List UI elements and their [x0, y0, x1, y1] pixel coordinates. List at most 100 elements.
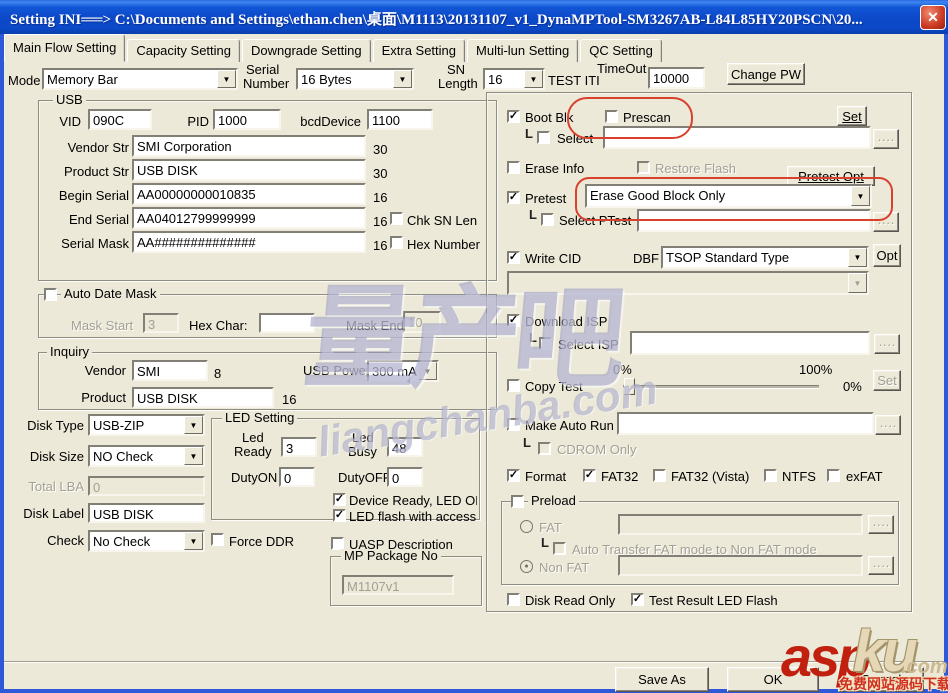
duty-off-field[interactable]: 0 [387, 467, 423, 487]
auto-date-mask-checkbox[interactable] [44, 288, 57, 301]
mode-combo[interactable]: Memory Bar ▼ [42, 68, 238, 90]
fat-radio [520, 520, 533, 533]
cancel-button[interactable]: Cancel [838, 667, 924, 692]
select-checkbox[interactable] [537, 131, 550, 144]
tab-qc-setting[interactable]: QC Setting [580, 39, 662, 62]
mask-end-field: 10 [403, 311, 441, 333]
timeout-field[interactable]: 10000 [648, 67, 705, 89]
disk-size-combo[interactable]: NO Check ▼ [88, 445, 205, 467]
chevron-down-icon[interactable]: ▼ [418, 362, 437, 380]
serial-number-combo[interactable]: 16 Bytes ▼ [296, 68, 414, 90]
close-icon: ✕ [927, 9, 939, 26]
select-isp-checkbox[interactable] [539, 337, 552, 350]
mask-end-label: Mask End [346, 319, 404, 333]
serial-number-label: Serial [246, 63, 279, 77]
chevron-down-icon[interactable]: ▼ [848, 248, 867, 267]
timeout-label: TimeOut [597, 62, 646, 76]
change-pw-button[interactable]: Change PW [727, 63, 805, 85]
exfat-checkbox[interactable] [827, 469, 840, 482]
led-setting-title: LED Setting [222, 411, 297, 425]
cid-combo: ▼ [507, 271, 869, 295]
serial-mask-field[interactable]: AA############## [132, 231, 366, 253]
select-isp-field[interactable] [630, 331, 870, 355]
tab-multi-lun-setting[interactable]: Multi-lun Setting [467, 39, 578, 62]
led-ready-field[interactable]: 3 [281, 437, 317, 457]
format-checkbox[interactable]: ✓ [507, 469, 520, 482]
fat32-vista-checkbox[interactable] [653, 469, 666, 482]
copy-test-checkbox[interactable] [507, 379, 520, 392]
chevron-down-icon[interactable]: ▼ [184, 447, 203, 465]
save-as-button[interactable]: Save As [615, 667, 709, 692]
pretest-checkbox[interactable]: ✓ [507, 191, 520, 204]
select-isp-label: Select ISP [558, 338, 619, 352]
force-ddr-checkbox[interactable] [211, 533, 224, 546]
chk-sn-len-checkbox[interactable] [390, 212, 403, 225]
duty-off-label: DutyOFF [338, 471, 391, 485]
download-isp-checkbox[interactable]: ✓ [507, 314, 520, 327]
preload-label: Preload [528, 494, 579, 508]
sn-length-combo[interactable]: 16 ▼ [483, 68, 545, 90]
end-serial-field[interactable]: AA04012799999999 [132, 207, 366, 229]
bcddevice-field[interactable]: 1100 [367, 109, 433, 130]
chevron-down-icon[interactable]: ▼ [184, 416, 203, 434]
product-str-length: 30 [373, 167, 387, 181]
tab-extra-setting[interactable]: Extra Setting [373, 39, 465, 62]
ntfs-checkbox[interactable] [764, 469, 777, 482]
usb-power-combo[interactable]: 300 mA ▼ [367, 360, 439, 382]
opt-button[interactable]: Opt [873, 244, 901, 267]
begin-serial-field[interactable]: AA00000000010835 [132, 183, 366, 205]
select-ptest-checkbox[interactable] [541, 213, 554, 226]
title-bar[interactable]: Setting INI══> C:\Documents and Settings… [0, 0, 948, 34]
erase-info-checkbox[interactable] [507, 161, 520, 174]
slider-thumb[interactable] [624, 378, 635, 395]
led-setting-group: LED Setting Led Ready 3 Led Busy 48 Duty… [211, 418, 480, 520]
duty-on-field[interactable]: 0 [279, 467, 315, 487]
check-combo[interactable]: No Check ▼ [88, 530, 205, 552]
cdrom-only-connector: L [523, 437, 531, 449]
write-cid-checkbox[interactable]: ✓ [507, 251, 520, 264]
chevron-down-icon[interactable]: ▼ [524, 70, 543, 88]
led-busy-label2: Busy [348, 445, 377, 459]
restore-flash-checkbox [637, 161, 650, 174]
make-auto-run-checkbox[interactable] [507, 418, 520, 431]
close-button[interactable]: ✕ [920, 5, 946, 30]
disk-read-only-checkbox[interactable] [507, 593, 520, 606]
vendor-str-field[interactable]: SMI Corporation [132, 135, 366, 157]
product-str-field[interactable]: USB DISK [132, 159, 366, 181]
led-flash-checkbox[interactable]: ✓ [333, 509, 346, 522]
disk-type-combo[interactable]: USB-ZIP ▼ [88, 414, 205, 436]
hex-number-checkbox[interactable] [390, 236, 403, 249]
preload-checkbox[interactable] [511, 495, 524, 508]
inquiry-product-field[interactable]: USB DISK [132, 387, 274, 408]
led-busy-field[interactable]: 48 [387, 437, 423, 457]
ok-button[interactable]: OK [727, 667, 819, 692]
hex-char-field[interactable] [259, 313, 315, 333]
boot-blk-checkbox[interactable]: ✓ [507, 110, 520, 123]
vid-field[interactable]: 090C [88, 109, 152, 130]
tab-capacity-setting[interactable]: Capacity Setting [127, 39, 240, 62]
write-cid-label: Write CID [525, 252, 581, 266]
device-ready-label: Device Ready, LED ON [349, 494, 477, 508]
pid-label: PID [169, 115, 209, 129]
test-result-led-checkbox[interactable]: ✓ [631, 593, 644, 606]
ntfs-label: NTFS [782, 470, 822, 484]
preload-group: Preload FAT ···· L Auto Transfer FAT mod… [501, 501, 899, 585]
dbf-combo[interactable]: TSOP Standard Type ▼ [661, 246, 869, 269]
auto-date-mask-label: Auto Date Mask [61, 287, 160, 301]
chevron-down-icon[interactable]: ▼ [184, 532, 203, 550]
inquiry-group-title: Inquiry [47, 345, 92, 359]
fat32-checkbox[interactable]: ✓ [583, 469, 596, 482]
tab-main-flow-setting[interactable]: Main Flow Setting [4, 34, 125, 62]
tab-downgrade-setting[interactable]: Downgrade Setting [242, 39, 371, 62]
copy-test-slider-track[interactable] [623, 385, 819, 389]
device-ready-checkbox[interactable]: ✓ [333, 493, 346, 506]
disk-label-field[interactable]: USB DISK [88, 503, 205, 523]
boot-blk-set-button[interactable]: Set [837, 106, 867, 126]
make-auto-run-field[interactable] [617, 412, 874, 435]
cdrom-only-checkbox [538, 442, 551, 455]
inquiry-vendor-field[interactable]: SMI [132, 360, 208, 381]
flow-options-group: ✓ Boot Blk Prescan Set L Select ···· Era… [486, 92, 912, 612]
pid-field[interactable]: 1000 [213, 109, 281, 130]
chevron-down-icon[interactable]: ▼ [217, 70, 236, 88]
chevron-down-icon[interactable]: ▼ [393, 70, 412, 88]
